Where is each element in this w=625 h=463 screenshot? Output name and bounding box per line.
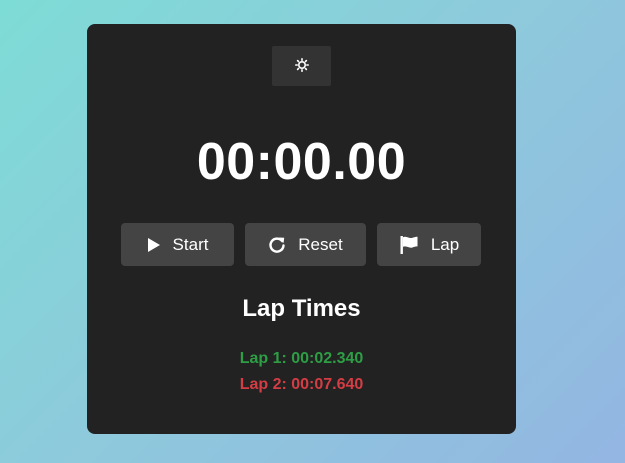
- start-button[interactable]: Start: [121, 223, 234, 266]
- flag-icon: [399, 235, 419, 255]
- start-button-label: Start: [172, 234, 209, 254]
- lap-button[interactable]: Lap: [377, 223, 481, 266]
- lap-item: Lap 2: 00:07.640: [239, 376, 364, 393]
- play-icon: [147, 237, 161, 253]
- stopwatch-card: 00:00.00 Start Reset Lap Lap Times Lap 1…: [87, 24, 516, 434]
- timer-display: 00:00.00: [196, 133, 407, 191]
- sun-icon: [294, 57, 309, 75]
- reset-button-label: Reset: [298, 234, 343, 254]
- lap-times-heading: Lap Times: [242, 295, 361, 322]
- lap-list: Lap 1: 00:02.340 Lap 2: 00:07.640: [87, 346, 516, 398]
- lap-button-label: Lap: [430, 234, 460, 254]
- reset-button[interactable]: Reset: [245, 223, 366, 266]
- rotate-right-icon: [268, 236, 286, 254]
- theme-toggle-button[interactable]: [272, 46, 331, 86]
- lap-item: Lap 1: 00:02.340: [239, 350, 364, 367]
